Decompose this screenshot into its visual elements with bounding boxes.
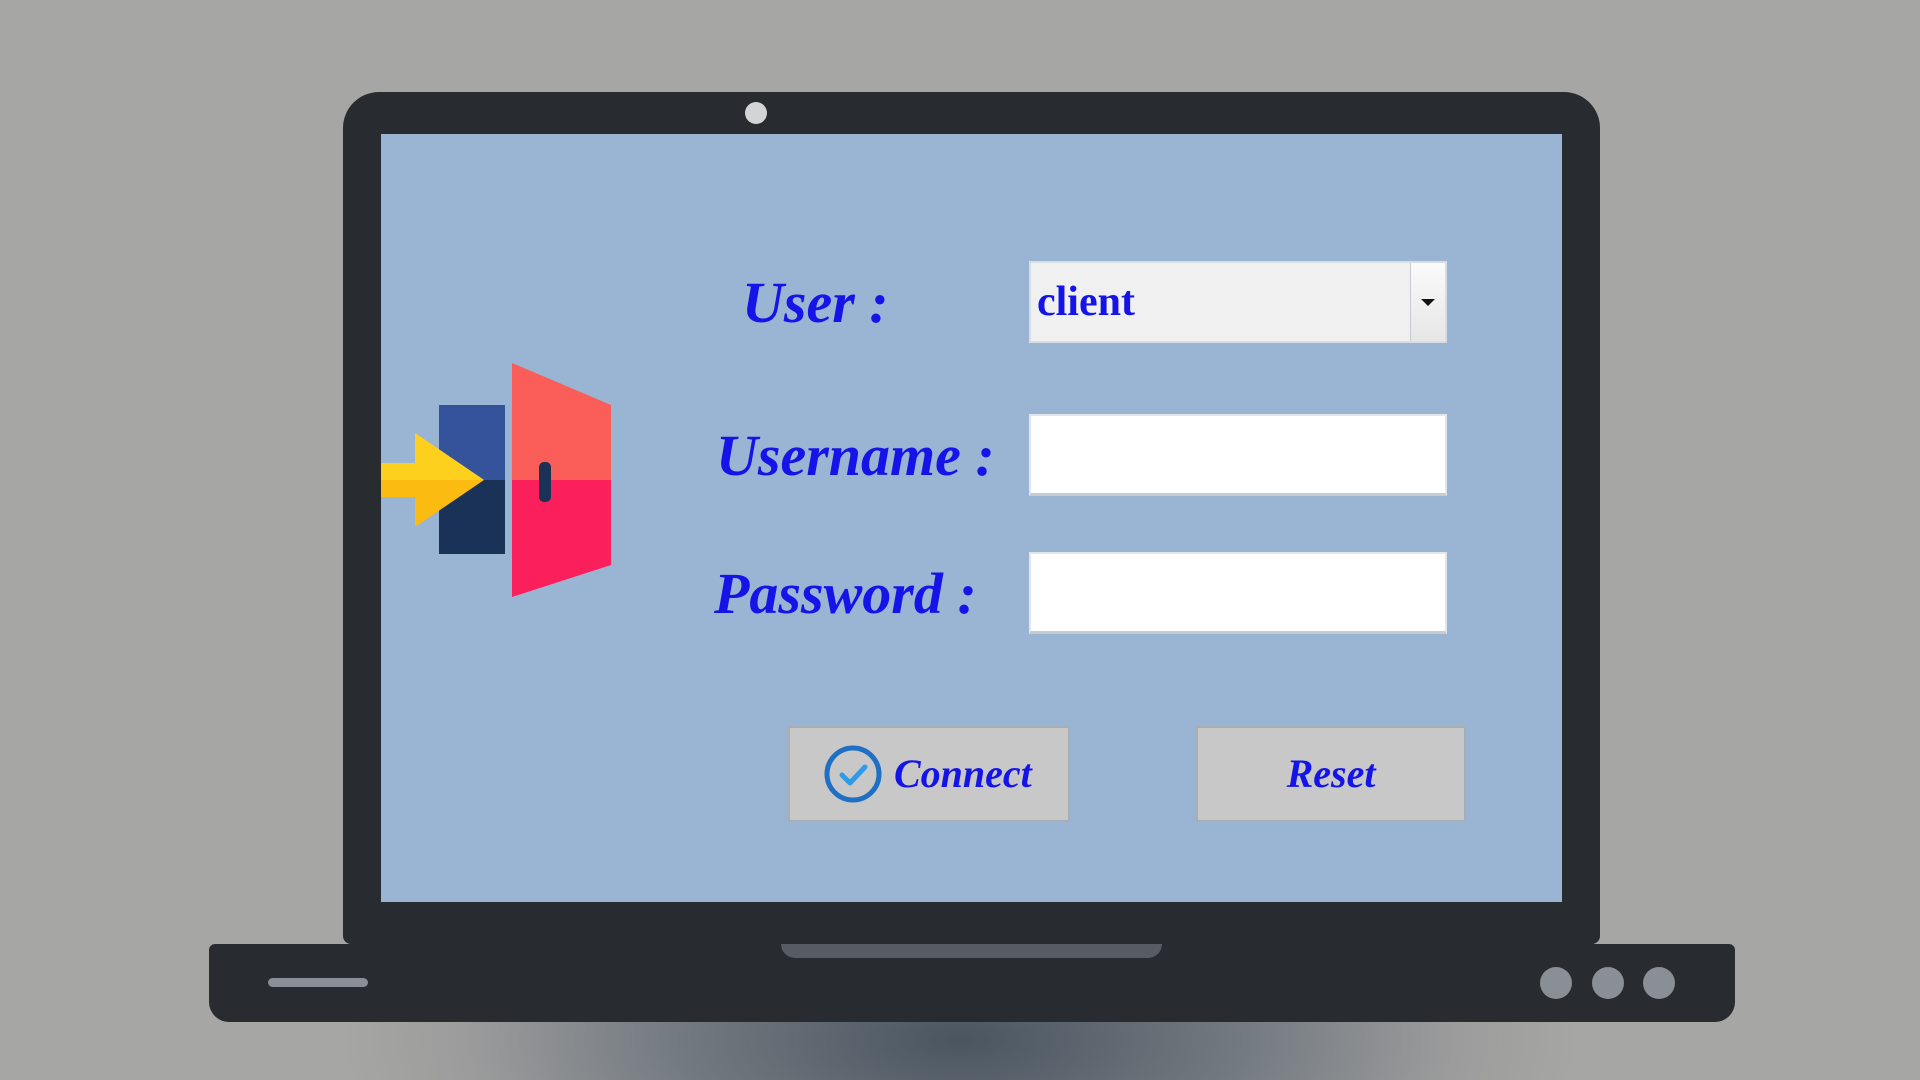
username-field[interactable] <box>1029 414 1447 496</box>
user-select-value: client <box>1037 279 1135 325</box>
reset-button[interactable]: Reset <box>1196 726 1466 822</box>
connect-button[interactable]: Connect <box>788 726 1070 822</box>
chevron-down-icon <box>1421 299 1435 306</box>
login-door-arrow-icon <box>381 363 611 597</box>
webcam <box>745 102 767 124</box>
laptop-hinge-notch <box>781 944 1162 958</box>
check-circle-icon <box>824 745 882 803</box>
user-select-dropdown-button[interactable] <box>1410 263 1445 341</box>
password-field[interactable] <box>1029 552 1447 634</box>
username-label: Username : <box>716 423 995 488</box>
password-label: Password : <box>714 561 977 626</box>
user-label: User : <box>742 270 889 335</box>
reset-button-label: Reset <box>1286 751 1376 796</box>
laptop-slot <box>268 978 368 987</box>
user-select[interactable]: client <box>1029 261 1447 343</box>
connect-button-label: Connect <box>894 751 1032 796</box>
indicator-light <box>1540 967 1572 999</box>
indicator-light <box>1592 967 1624 999</box>
indicator-light <box>1643 967 1675 999</box>
